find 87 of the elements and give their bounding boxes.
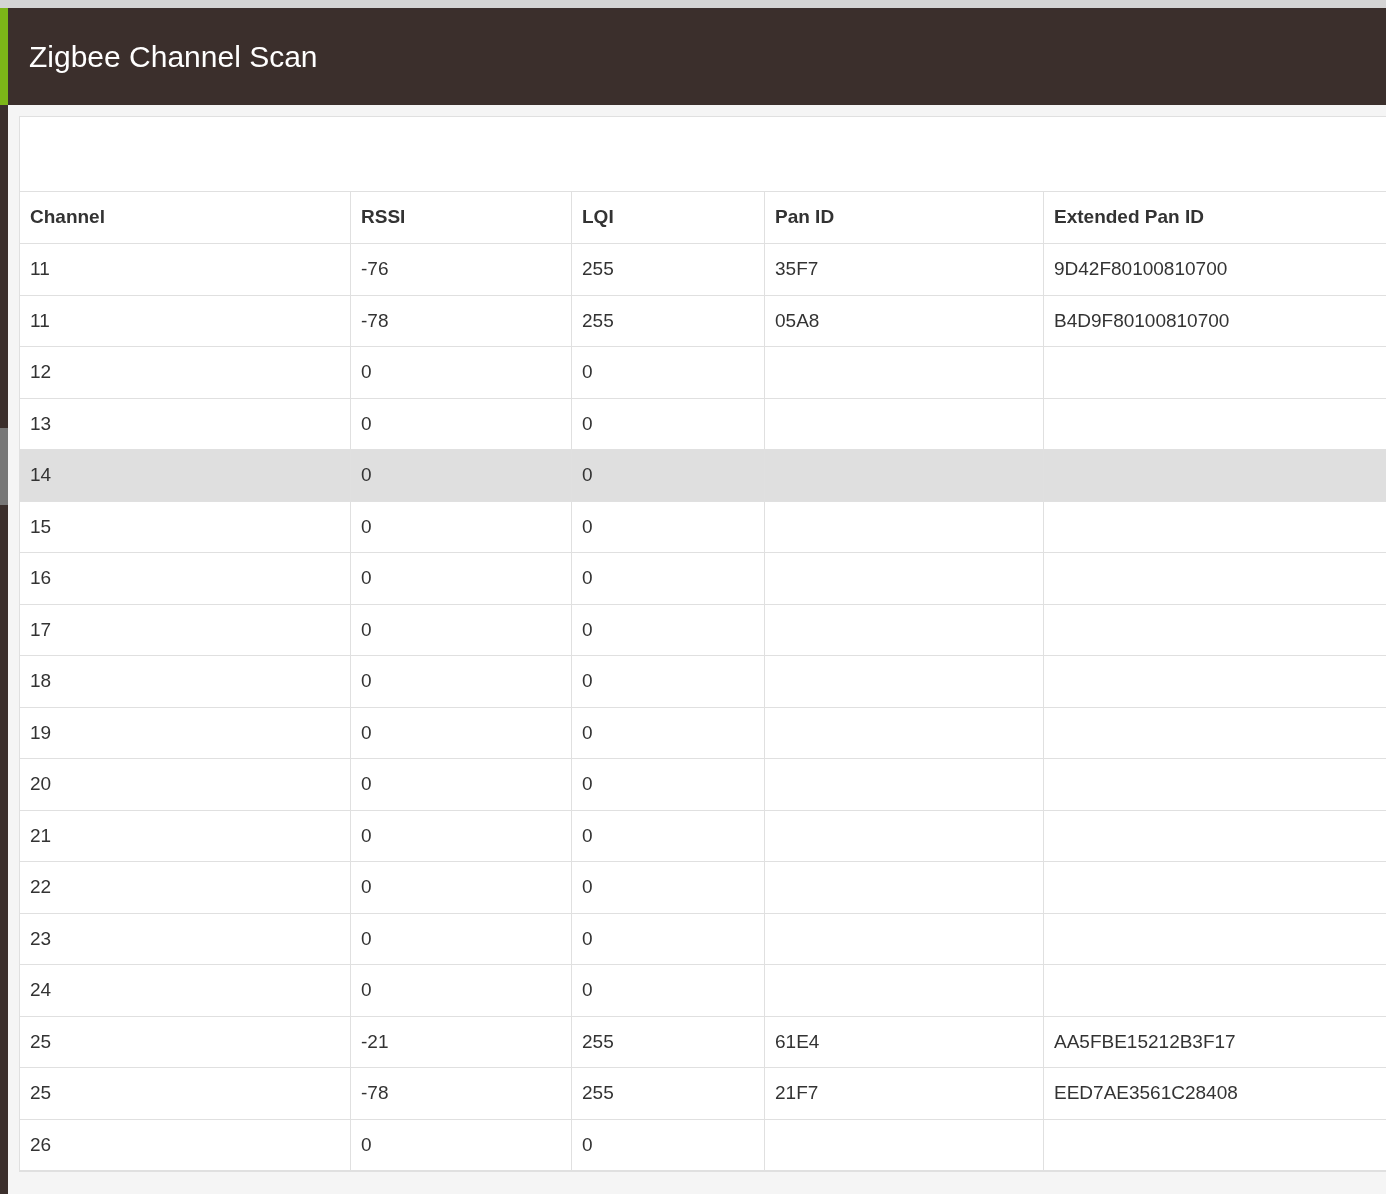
table-cell-text: 0 <box>582 360 593 384</box>
table-cell-text: 16 <box>30 566 52 590</box>
table-cell-text: 25 <box>30 1029 52 1054</box>
table-cell-text: 26 <box>30 1132 52 1157</box>
column-header: Pan ID <box>764 192 1043 243</box>
table-cell-text: 0 <box>361 875 372 899</box>
table-row[interactable]: 19 0 0 <box>20 707 1386 759</box>
table-row[interactable]: 25 -21 255 61E4 AA5FBE15212B3F17 <box>20 1016 1386 1068</box>
table-row[interactable]: 11 -78 255 05A8 B4D9F80100810700 <box>20 295 1386 347</box>
table-cell-text: 0 <box>361 463 372 487</box>
table-row[interactable]: 18 0 0 <box>20 656 1386 708</box>
table-row[interactable]: 26 0 0 <box>20 1119 1386 1171</box>
table-cell-text: 21F7 <box>775 1081 819 1105</box>
scroll-thumb[interactable] <box>0 428 8 505</box>
table-cell-text: 0 <box>361 566 372 590</box>
table-cell-text: 20 <box>30 772 52 796</box>
table-cell-text: -21 <box>361 1029 389 1054</box>
table-cell-text: 0 <box>582 617 593 642</box>
table-cell-text: 35F7 <box>775 257 819 281</box>
table-row[interactable]: 24 0 0 <box>20 965 1386 1017</box>
column-header: LQI <box>571 192 764 243</box>
table-cell-text: 0 <box>582 978 593 1002</box>
table-cell-text: 0 <box>361 772 372 796</box>
table-row[interactable]: 20 0 0 <box>20 759 1386 811</box>
table-row[interactable]: 16 0 0 <box>20 553 1386 605</box>
table-cell-text: 255 <box>582 308 614 333</box>
table-cell-text: 0 <box>361 823 372 848</box>
table-row[interactable]: 25 -78 255 21F7 EED7AE3561C28408 <box>20 1068 1386 1120</box>
table-cell-text: 0 <box>361 720 372 745</box>
column-header: Channel <box>29 205 106 230</box>
table-cell-text: 0 <box>582 720 593 745</box>
table-cell-text: 0 <box>582 514 593 539</box>
table-row[interactable]: 13 0 0 <box>20 398 1386 450</box>
table-row[interactable]: 22 0 0 <box>20 862 1386 914</box>
table-cell-text: 21 <box>30 823 52 848</box>
column-header: Extended Pan ID <box>1043 192 1386 243</box>
table-cell-text: 12 <box>30 360 52 384</box>
table-row[interactable]: 23 0 0 <box>20 913 1386 965</box>
table-cell-text: 255 <box>582 257 614 281</box>
table-cell-text: 0 <box>361 926 372 951</box>
table-cell-text: 9D42F80100810700 <box>1054 257 1228 281</box>
table-cell-text: 255 <box>582 1081 614 1105</box>
table-cell-text: 0 <box>582 411 593 436</box>
table-cell-text: 0 <box>582 669 593 693</box>
table-cell-text: 0 <box>582 926 593 951</box>
table-cell-text: 0 <box>582 772 593 796</box>
table-cell-text: -76 <box>361 257 389 281</box>
table-cell-text: 15 <box>30 514 52 539</box>
table-cell-text: 0 <box>361 978 372 1002</box>
table-cell-text: 17 <box>30 617 52 642</box>
table-cell-text: 0 <box>582 1132 593 1157</box>
table-cell-text: 22 <box>30 875 52 899</box>
page-title: Zigbee Channel Scan <box>29 39 318 75</box>
table-row[interactable]: 15 0 0 <box>20 501 1386 553</box>
table-cell-text: 0 <box>361 669 372 693</box>
column-header: RSSI <box>350 192 571 243</box>
table-cell-text: 14 <box>30 463 52 487</box>
table-cell-text: 23 <box>30 926 52 951</box>
table-cell-text: 255 <box>582 1029 614 1054</box>
table-cell-text: 18 <box>30 669 52 693</box>
table-cell-text: 0 <box>582 823 593 848</box>
table-cell-text: 0 <box>361 360 372 384</box>
table-cell-text: 24 <box>30 978 52 1002</box>
table-row[interactable]: 14 0 0 <box>20 450 1386 502</box>
table-cell-text: -78 <box>361 308 389 333</box>
table-cell-text: 13 <box>30 411 52 436</box>
table-row[interactable]: 17 0 0 <box>20 604 1386 656</box>
table-cell-text: 0 <box>361 514 372 539</box>
table-cell-text: 0 <box>582 463 593 487</box>
table-cell-text: 61E4 <box>775 1029 820 1054</box>
table-row[interactable]: 21 0 0 <box>20 810 1386 862</box>
table-cell-text: 0 <box>582 566 593 590</box>
table-cell-text: 11 <box>30 308 50 333</box>
table-cell-text: AA5FBE15212B3F17 <box>1054 1029 1236 1054</box>
table-row[interactable]: 11 -76 255 35F7 9D42F80100810700 <box>20 244 1386 296</box>
table-cell-text: EED7AE3561C28408 <box>1054 1081 1238 1105</box>
table-cell-text: 0 <box>361 411 372 436</box>
table-cell-text: 19 <box>30 720 52 745</box>
table-cell-text: 0 <box>582 875 593 899</box>
table-cell-text: 05A8 <box>775 308 820 333</box>
table-cell-text: B4D9F80100810700 <box>1054 308 1230 333</box>
table-cell-text: 0 <box>361 617 372 642</box>
table-cell-text: 25 <box>30 1081 52 1105</box>
table-cell-text: -78 <box>361 1081 389 1105</box>
table-cell-text: 0 <box>361 1132 372 1157</box>
table-cell-text: 11 <box>30 257 50 281</box>
table-row[interactable]: 12 0 0 <box>20 347 1386 399</box>
